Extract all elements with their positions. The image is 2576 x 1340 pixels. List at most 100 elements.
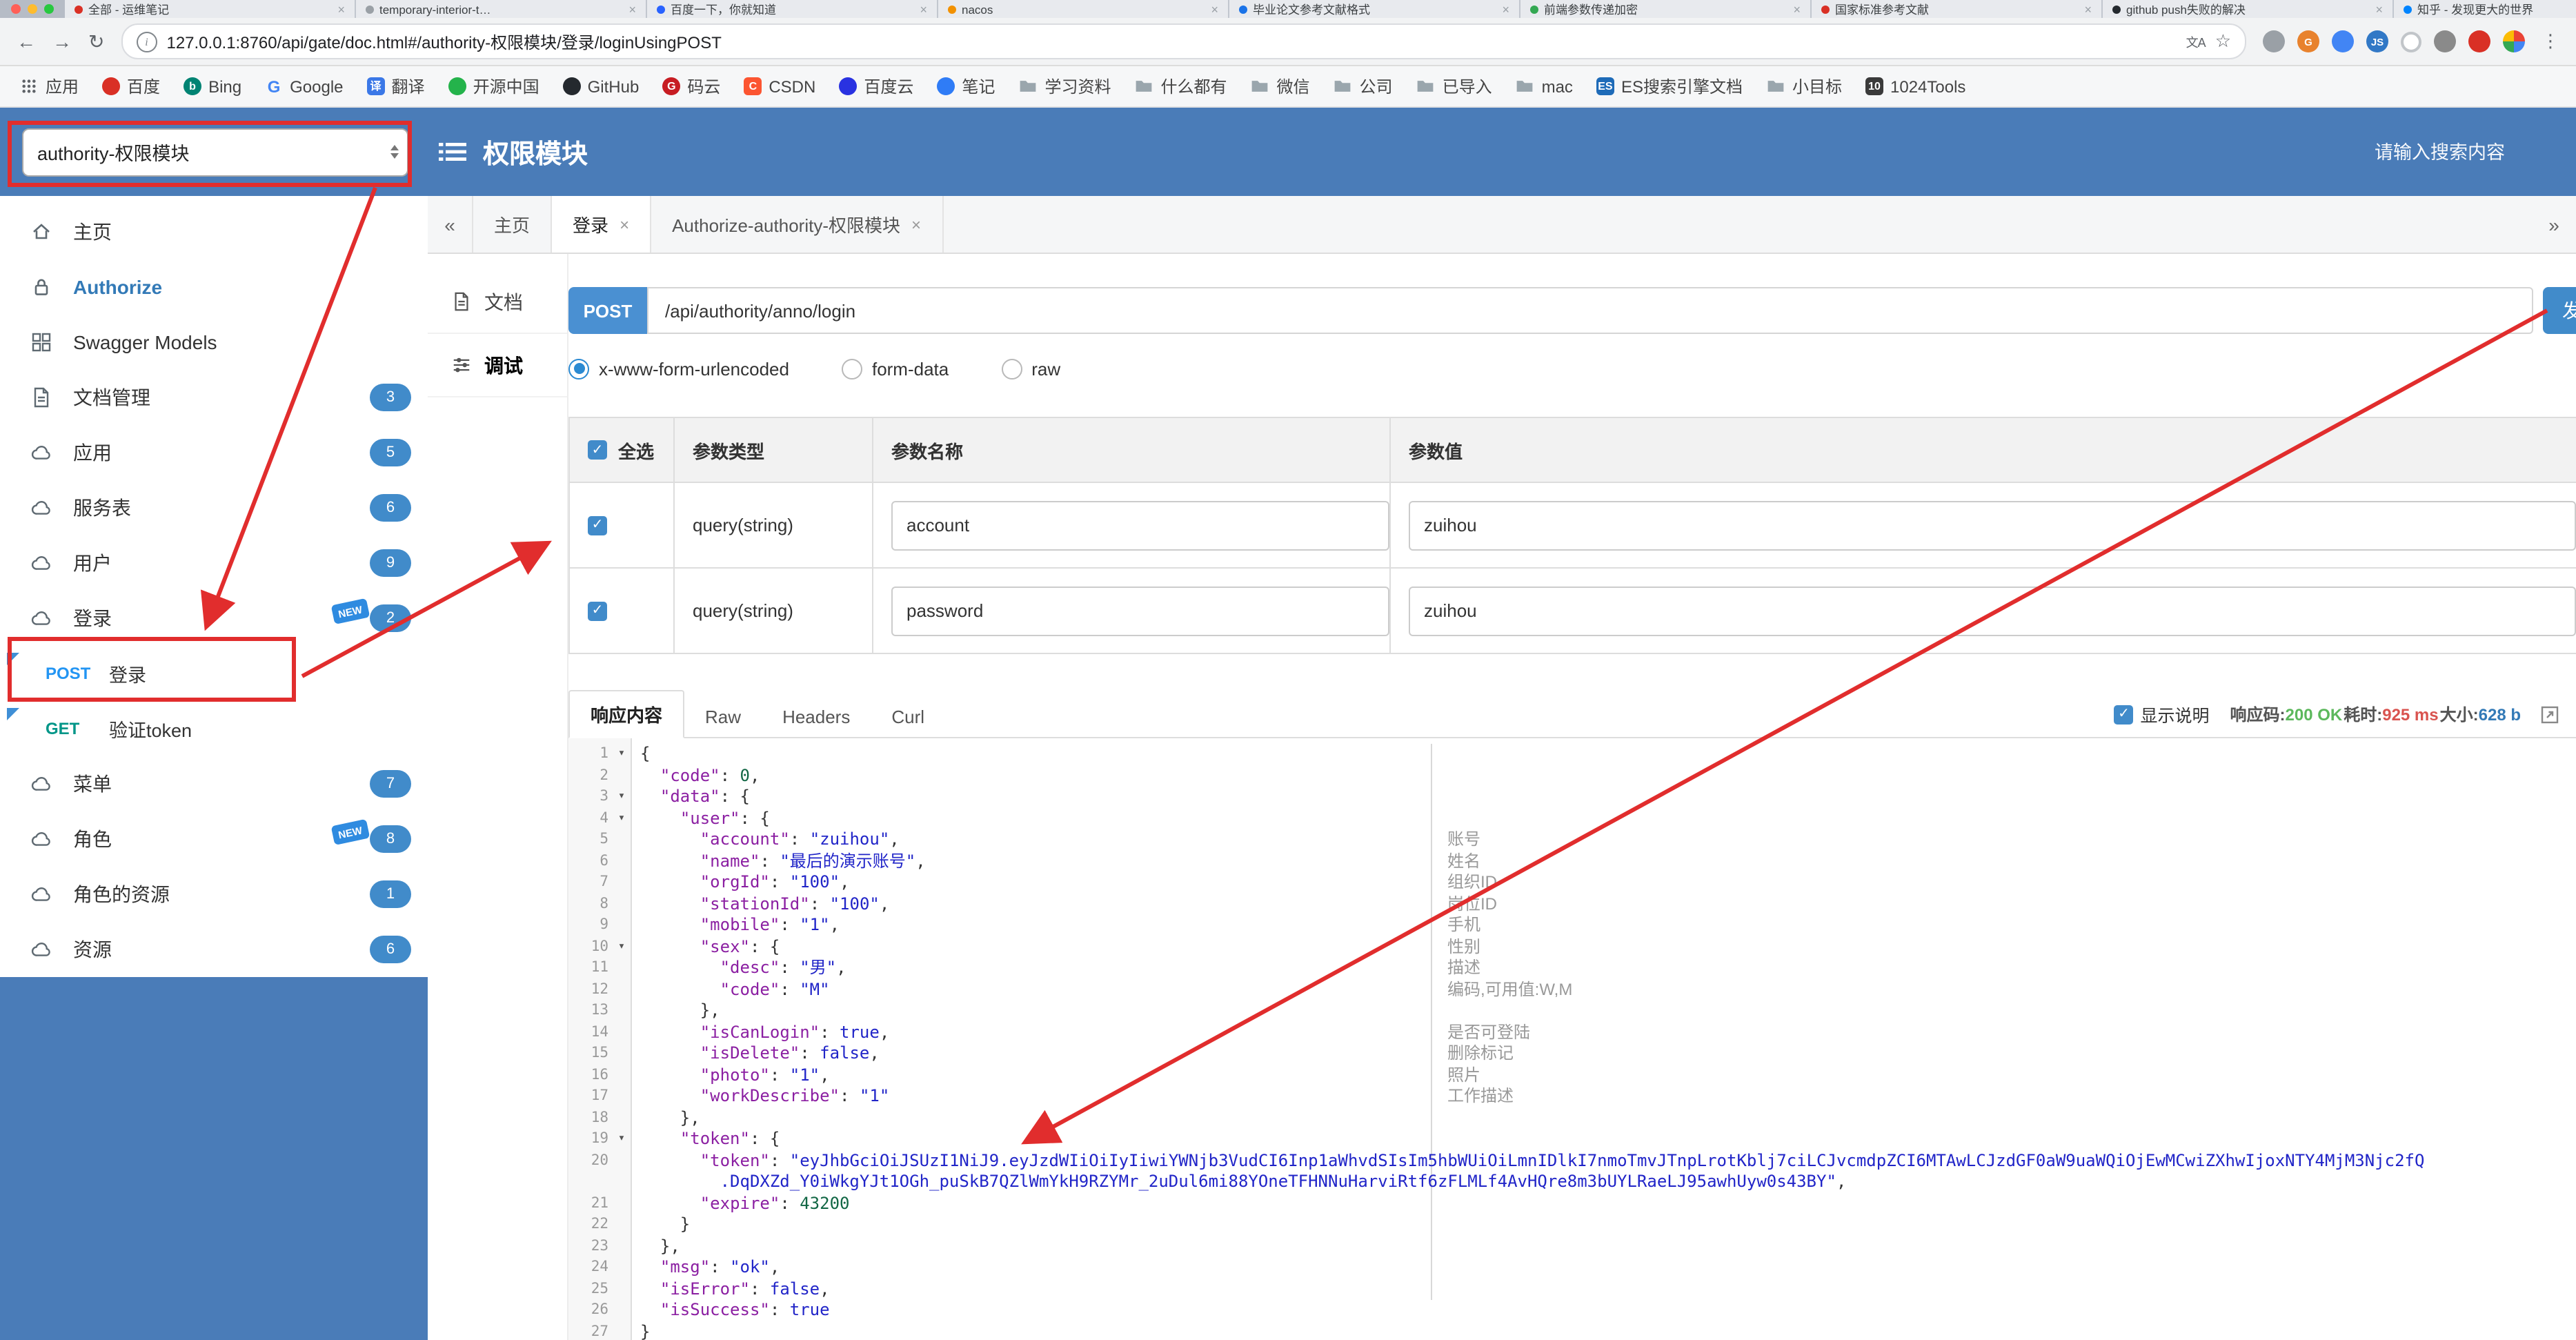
fold-icon[interactable]: ▾ bbox=[613, 936, 631, 958]
maximize-window-icon[interactable] bbox=[44, 4, 54, 14]
bookmark-star-icon[interactable]: ☆ bbox=[2215, 30, 2231, 52]
tab-close-icon[interactable]: × bbox=[628, 2, 636, 16]
extension-icon[interactable] bbox=[2503, 30, 2525, 52]
bookmark-item[interactable]: mac bbox=[1516, 77, 1573, 96]
extension-icon[interactable] bbox=[2468, 30, 2490, 52]
tab-close-icon[interactable]: × bbox=[1793, 2, 1801, 16]
translate-icon[interactable]: 文A bbox=[2186, 32, 2206, 50]
browser-tab[interactable]: 毕业论文参考文献格式 × bbox=[1229, 0, 1520, 18]
bookmark-item[interactable]: 开源中国 bbox=[448, 75, 539, 98]
tab-close-icon[interactable]: × bbox=[920, 2, 927, 16]
browser-tab[interactable]: nacos × bbox=[938, 0, 1229, 18]
radio-button[interactable] bbox=[841, 358, 862, 379]
module-select[interactable]: authority-权限模块 bbox=[22, 128, 408, 176]
response-tab[interactable]: Raw bbox=[684, 697, 762, 737]
sidebar-item[interactable]: 资源 6 bbox=[0, 922, 428, 977]
bookmark-item[interactable]: 小目标 bbox=[1766, 75, 1842, 98]
browser-tab[interactable]: github push失败的解决 × bbox=[2103, 0, 2394, 18]
param-value-input[interactable] bbox=[1409, 500, 2576, 550]
tab-close-icon[interactable]: × bbox=[911, 215, 921, 234]
header-search-input[interactable] bbox=[2372, 140, 2554, 164]
extension-icon[interactable]: JS bbox=[2366, 30, 2388, 52]
param-value-input[interactable] bbox=[1409, 586, 2576, 635]
browser-tab[interactable]: temporary-interior-t… × bbox=[356, 0, 647, 18]
browser-menu-icon[interactable]: ⋮ bbox=[2542, 30, 2559, 52]
content-type-option[interactable]: x-www-form-urlencoded bbox=[568, 358, 789, 379]
reload-icon[interactable]: ↻ bbox=[88, 30, 104, 53]
bookmark-item[interactable]: b Bing bbox=[184, 77, 241, 96]
browser-tab[interactable]: 国家标准参考文献 × bbox=[1812, 0, 2103, 18]
bookmark-item[interactable]: ES ES搜索引擎文档 bbox=[1596, 75, 1743, 98]
tab-close-icon[interactable]: × bbox=[1211, 2, 1218, 16]
bookmark-item[interactable]: 已导入 bbox=[1416, 75, 1492, 98]
tab-close-icon[interactable]: × bbox=[1502, 2, 1509, 16]
extension-icon[interactable] bbox=[2401, 31, 2421, 52]
sidebar-item[interactable]: 主页 bbox=[0, 204, 428, 259]
response-tab[interactable]: 响应内容 bbox=[568, 690, 685, 738]
bookmark-item[interactable]: 百度 bbox=[102, 75, 160, 98]
browser-tab[interactable]: 知乎 - 发现更大的世界× bbox=[2394, 0, 2576, 18]
extension-icon[interactable] bbox=[2434, 30, 2456, 52]
response-tab[interactable]: Curl bbox=[871, 697, 945, 737]
editor-code[interactable]: { "code": 0, "data": { "user": { "accoun… bbox=[632, 738, 2576, 1340]
window-controls[interactable] bbox=[3, 0, 65, 18]
tab-close-icon[interactable]: × bbox=[2375, 2, 2383, 16]
close-window-icon[interactable] bbox=[11, 4, 21, 14]
browser-tab[interactable]: 前端参数传递加密 × bbox=[1520, 0, 1812, 18]
bookmark-item[interactable]: 学习资料 bbox=[1018, 75, 1111, 98]
forward-icon[interactable]: → bbox=[52, 30, 72, 52]
browser-tab[interactable]: 全部 - 运维笔记 × bbox=[65, 0, 356, 18]
page-info-icon[interactable] bbox=[136, 31, 157, 52]
param-checkbox[interactable] bbox=[588, 601, 607, 620]
bookmark-item[interactable]: 笔记 bbox=[937, 75, 995, 98]
menu-icon[interactable] bbox=[439, 141, 466, 163]
select-all-checkbox[interactable] bbox=[588, 440, 607, 460]
document-tab[interactable]: 主页 bbox=[472, 196, 551, 253]
sidebar-item[interactable]: Authorize bbox=[0, 259, 428, 315]
tab-scroll-right-icon[interactable]: » bbox=[2532, 196, 2576, 253]
sidebar-item[interactable]: Swagger Models bbox=[0, 315, 428, 370]
sidebar-api-get[interactable]: GET 验证token bbox=[0, 701, 428, 756]
fold-icon[interactable]: ▾ bbox=[613, 808, 631, 829]
response-tab[interactable]: Headers bbox=[762, 697, 871, 737]
minimize-window-icon[interactable] bbox=[28, 4, 37, 14]
sidebar-item[interactable]: 文档管理 3 bbox=[0, 370, 428, 425]
bookmark-item[interactable]: GitHub bbox=[562, 77, 639, 96]
expand-icon[interactable] bbox=[2540, 705, 2559, 724]
rail-item-doc[interactable]: 文档 bbox=[428, 270, 567, 334]
back-icon[interactable]: ← bbox=[17, 30, 36, 52]
param-checkbox[interactable] bbox=[588, 515, 607, 535]
bookmark-item[interactable]: 应用 bbox=[19, 75, 79, 98]
sidebar-item[interactable]: 应用 5 bbox=[0, 425, 428, 480]
document-tab[interactable]: Authorize-authority-权限模块 × bbox=[650, 196, 944, 253]
bookmark-item[interactable]: C CSDN bbox=[744, 77, 815, 96]
bookmark-item[interactable]: 公司 bbox=[1334, 75, 1393, 98]
param-name-input[interactable] bbox=[891, 500, 1389, 550]
param-name-input[interactable] bbox=[891, 586, 1389, 635]
bookmark-item[interactable]: 微信 bbox=[1251, 75, 1310, 98]
address-bar[interactable]: 127.0.0.1:8760/api/gate/doc.html#/author… bbox=[121, 23, 2246, 59]
tab-close-icon[interactable]: × bbox=[337, 2, 345, 16]
bookmark-item[interactable]: 10 1024Tools bbox=[1865, 77, 1965, 96]
radio-button[interactable] bbox=[568, 358, 589, 379]
content-type-option[interactable]: raw bbox=[1001, 358, 1060, 379]
extension-icon[interactable] bbox=[2332, 30, 2354, 52]
rail-item-debug[interactable]: 调试 bbox=[428, 334, 567, 397]
radio-button[interactable] bbox=[1001, 358, 1022, 379]
sidebar-item[interactable]: 角色的资源 1 bbox=[0, 867, 428, 922]
fold-icon[interactable]: ▾ bbox=[613, 1129, 631, 1150]
sidebar-item[interactable]: 用户 9 bbox=[0, 535, 428, 591]
extension-icon[interactable]: G bbox=[2297, 30, 2319, 52]
browser-tab[interactable]: 百度一下，你就知道 × bbox=[647, 0, 938, 18]
extension-icon[interactable] bbox=[2263, 30, 2285, 52]
request-path-input[interactable]: /api/authority/anno/login bbox=[647, 287, 2533, 334]
bookmark-item[interactable]: 什么都有 bbox=[1134, 75, 1227, 98]
content-type-option[interactable]: form-data bbox=[841, 358, 949, 379]
fold-icon[interactable]: ▾ bbox=[613, 787, 631, 808]
bookmark-item[interactable]: G 码云 bbox=[662, 75, 720, 98]
tab-close-icon[interactable]: × bbox=[2084, 2, 2092, 16]
sidebar-api-post[interactable]: POST 登录 bbox=[0, 646, 428, 701]
tab-close-icon[interactable]: × bbox=[620, 215, 629, 234]
document-tab[interactable]: 登录 × bbox=[551, 196, 651, 253]
sidebar-item[interactable]: 角色 NEW 8 bbox=[0, 811, 428, 867]
